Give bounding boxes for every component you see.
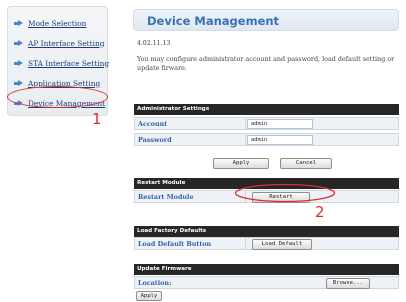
- cancel-button[interactable]: Cancel: [280, 158, 332, 169]
- load-default-label: Load Default Button: [138, 240, 212, 248]
- annotation-number-2: 2: [315, 203, 325, 221]
- arrow-right-icon: [14, 59, 23, 67]
- location-label: Location:: [138, 279, 172, 287]
- page-header: Device Management: [133, 9, 399, 31]
- sidebar-item-label: Mode Selection: [28, 18, 87, 28]
- account-label: Account: [138, 120, 168, 128]
- cell-divider: [245, 118, 246, 129]
- password-input[interactable]: admin: [247, 135, 313, 145]
- sidebar-item-label: STA Interface Setting: [28, 58, 110, 68]
- password-label: Password: [138, 136, 172, 144]
- annotation-circle-sidebar: [7, 86, 108, 108]
- section-header-defaults: Load Factory Defaults: [134, 226, 399, 237]
- firmware-apply-button[interactable]: Apply: [136, 291, 162, 301]
- annotation-circle-restart: [234, 183, 336, 203]
- cell-divider: [245, 134, 246, 145]
- arrow-right-icon: [14, 39, 23, 47]
- apply-button[interactable]: Apply: [213, 158, 269, 169]
- arrow-right-icon: [14, 19, 23, 27]
- load-default-button[interactable]: Load Default: [252, 239, 312, 250]
- cell-divider: [245, 238, 246, 249]
- browse-button[interactable]: Browse...: [326, 278, 370, 289]
- sidebar-item-sta-interface[interactable]: STA Interface Setting: [14, 57, 109, 69]
- section-header-admin: Administrator Settings: [134, 104, 399, 115]
- sidebar-item-label: AP Interface Setting: [28, 38, 105, 48]
- arrow-right-icon: [14, 79, 23, 87]
- sidebar-item-mode-selection[interactable]: Mode Selection: [14, 17, 86, 29]
- account-input[interactable]: admin: [247, 119, 313, 129]
- restart-label: Restart Module: [138, 193, 194, 201]
- page-title: Device Management: [147, 14, 280, 28]
- firmware-version: 4.02.11.13: [137, 40, 171, 47]
- intro-text: You may configure administrator account …: [137, 55, 395, 72]
- annotation-number-1: 1: [92, 110, 102, 128]
- section-header-firmware: Update Firmware: [134, 264, 399, 275]
- sidebar-item-ap-interface[interactable]: AP Interface Setting: [14, 37, 104, 49]
